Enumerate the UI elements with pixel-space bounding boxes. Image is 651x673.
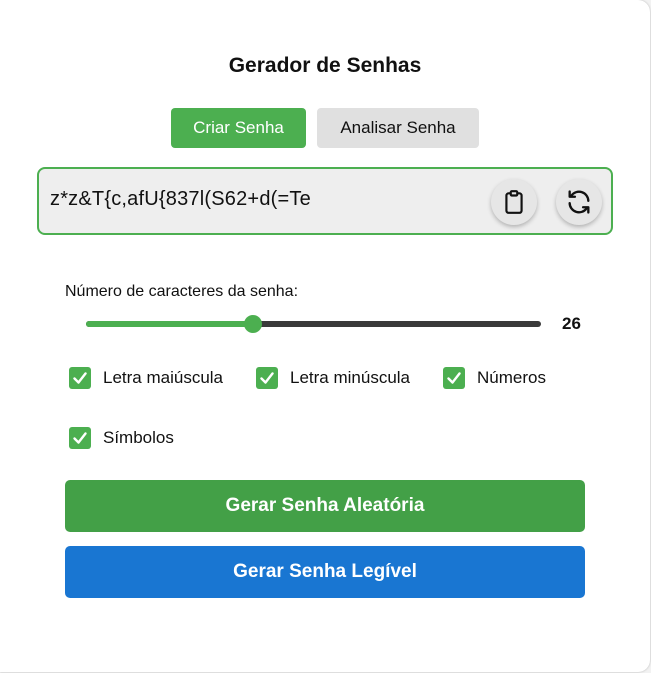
checkbox-symbols[interactable]: [69, 427, 91, 449]
option-numbers-label: Números: [477, 368, 546, 387]
length-slider[interactable]: [86, 315, 541, 333]
checkbox-lowercase[interactable]: [256, 367, 278, 389]
checkbox-uppercase[interactable]: [69, 367, 91, 389]
page-title: Gerador de Senhas: [228, 54, 422, 77]
tab-analyze-password[interactable]: Analisar Senha: [317, 108, 479, 148]
password-output[interactable]: z*z&T{c,afU{837l(S62+d(=Te: [50, 188, 311, 211]
password-display[interactable]: z*z&T{c,afU{837l(S62+d(=Te: [37, 167, 613, 235]
option-symbols-label: Símbolos: [103, 428, 174, 447]
mode-tabs: Criar Senha Analisar Senha: [0, 108, 650, 148]
option-lowercase[interactable]: Letra minúscula: [256, 367, 410, 389]
copy-button[interactable]: [491, 179, 537, 225]
generate-readable-button[interactable]: Gerar Senha Legível: [65, 546, 585, 598]
option-symbols[interactable]: Símbolos: [69, 427, 174, 449]
slider-thumb[interactable]: [243, 315, 262, 333]
option-numbers[interactable]: Números: [443, 367, 546, 389]
checkmark-icon: [260, 372, 274, 384]
length-value: 26: [562, 314, 581, 333]
option-uppercase-label: Letra maiúscula: [103, 368, 224, 387]
option-uppercase[interactable]: Letra maiúscula: [69, 367, 223, 389]
refresh-icon: [565, 188, 593, 216]
checkbox-numbers[interactable]: [443, 367, 465, 389]
password-generator-card: Gerador de Senhas Criar Senha Analisar S…: [0, 0, 650, 672]
checkmark-icon: [447, 372, 461, 384]
slider-track[interactable]: [86, 321, 541, 327]
slider-fill: [86, 321, 253, 327]
checkmark-icon: [73, 372, 87, 384]
length-label: Número de caracteres da senha:: [65, 283, 299, 300]
clipboard-icon: [501, 189, 527, 215]
option-lowercase-label: Letra minúscula: [290, 368, 411, 387]
tab-create-password[interactable]: Criar Senha: [171, 108, 306, 148]
checkmark-icon: [73, 432, 87, 444]
generate-random-button[interactable]: Gerar Senha Aleatória: [65, 480, 585, 532]
regenerate-button[interactable]: [556, 179, 602, 225]
